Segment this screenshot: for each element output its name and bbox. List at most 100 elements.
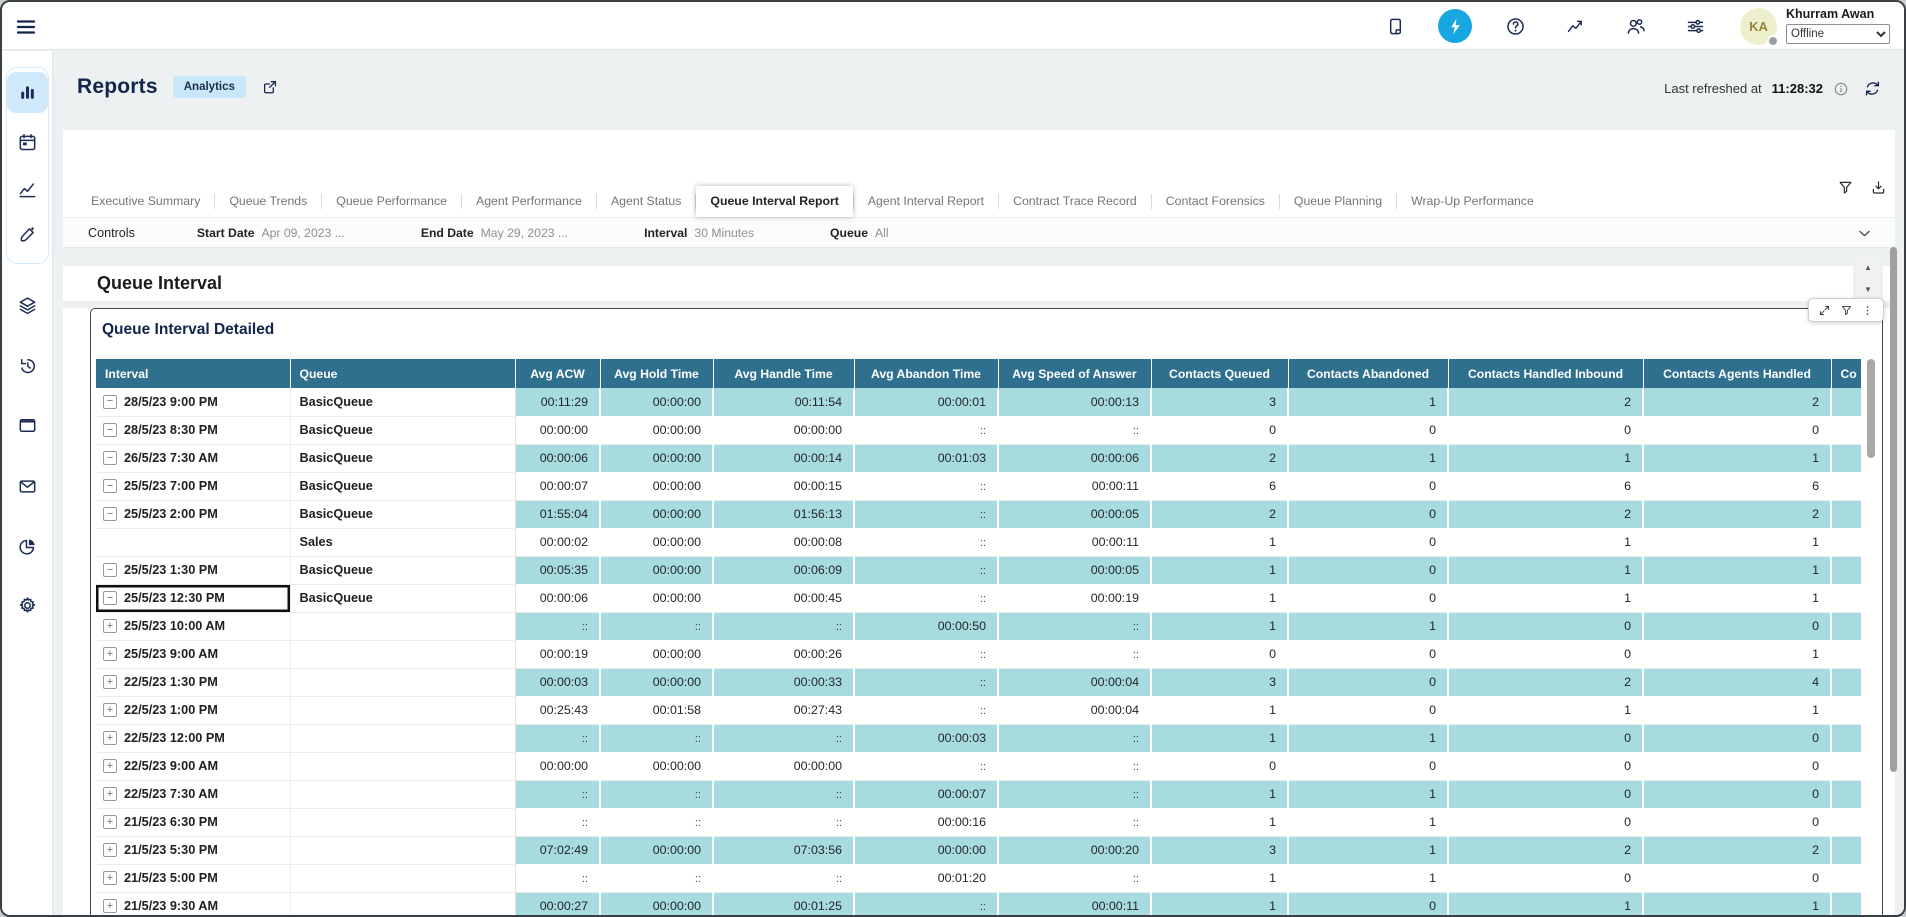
metric-cell[interactable]: 1 (1288, 836, 1448, 864)
clipped-cell[interactable] (1831, 472, 1861, 500)
metric-cell[interactable]: 1 (1643, 556, 1831, 584)
metric-cell[interactable]: :: (600, 612, 713, 640)
metric-cell[interactable]: 00:00:27 (515, 892, 600, 917)
metric-cell[interactable]: 1 (1288, 612, 1448, 640)
metric-cell[interactable]: 00:00:11 (998, 472, 1151, 500)
metric-cell[interactable]: 00:00:00 (600, 836, 713, 864)
metric-cell[interactable]: 1 (1643, 640, 1831, 668)
interval-cell[interactable]: −25/5/23 2:00 PM (96, 500, 290, 528)
metric-cell[interactable]: 07:03:56 (713, 836, 854, 864)
metric-cell[interactable]: 01:55:04 (515, 500, 600, 528)
column-header-co[interactable]: Co (1831, 359, 1861, 388)
metric-cell[interactable]: 1 (1288, 808, 1448, 836)
metric-cell[interactable]: 1 (1151, 696, 1288, 724)
tab-agent-performance[interactable]: Agent Performance (462, 186, 596, 217)
metric-cell[interactable]: :: (600, 864, 713, 892)
interval-cell[interactable]: +21/5/23 9:30 AM (96, 892, 290, 917)
metric-cell[interactable]: 1 (1448, 528, 1643, 556)
metric-cell[interactable]: :: (854, 500, 998, 528)
metric-cell[interactable]: 1 (1448, 696, 1643, 724)
metric-cell[interactable]: 1 (1448, 444, 1643, 472)
download-icon[interactable] (1870, 179, 1887, 196)
metric-cell[interactable]: 00:00:01 (854, 388, 998, 416)
metric-cell[interactable]: 1 (1288, 444, 1448, 472)
metric-cell[interactable]: 00:00:14 (713, 444, 854, 472)
metric-cell[interactable]: 00:00:04 (998, 668, 1151, 696)
interval-cell[interactable]: −28/5/23 8:30 PM (96, 416, 290, 444)
clipped-cell[interactable] (1831, 388, 1861, 416)
control-end-date[interactable]: End DateMay 29, 2023 ... (421, 226, 568, 240)
metric-cell[interactable]: 1 (1151, 612, 1288, 640)
metric-cell[interactable]: :: (713, 724, 854, 752)
metric-cell[interactable]: 2 (1643, 500, 1831, 528)
expand-toggle-icon[interactable]: + (103, 731, 117, 745)
expand-toggle-icon[interactable]: + (103, 815, 117, 829)
metric-cell[interactable]: :: (600, 724, 713, 752)
interval-cell[interactable]: +25/5/23 9:00 AM (96, 640, 290, 668)
metric-cell[interactable]: :: (854, 472, 998, 500)
metric-cell[interactable]: 00:00:00 (600, 528, 713, 556)
metric-cell[interactable]: 00:00:11 (998, 528, 1151, 556)
metric-cell[interactable]: 1 (1448, 584, 1643, 612)
interval-cell[interactable]: +22/5/23 12:00 PM (96, 724, 290, 752)
expand-toggle-icon[interactable]: + (103, 787, 117, 801)
metric-cell[interactable]: :: (600, 808, 713, 836)
metric-cell[interactable]: :: (515, 780, 600, 808)
queue-cell[interactable] (290, 780, 515, 808)
column-header-avg-hold-time[interactable]: Avg Hold Time (600, 359, 713, 388)
metric-cell[interactable]: 00:00:50 (854, 612, 998, 640)
column-header-avg-abandon-time[interactable]: Avg Abandon Time (854, 359, 998, 388)
metric-cell[interactable]: 00:25:43 (515, 696, 600, 724)
metric-cell[interactable]: 00:00:06 (515, 584, 600, 612)
page-scrollbar-thumb[interactable] (1890, 247, 1897, 772)
metric-cell[interactable]: 6 (1448, 472, 1643, 500)
metric-cell[interactable]: 0 (1448, 808, 1643, 836)
metric-cell[interactable]: 2 (1448, 668, 1643, 696)
metric-cell[interactable]: 3 (1151, 668, 1288, 696)
more-options-icon[interactable] (1861, 304, 1874, 317)
queue-cell[interactable]: BasicQueue (290, 472, 515, 500)
metric-cell[interactable]: 1 (1151, 808, 1288, 836)
interval-cell[interactable]: −25/5/23 1:30 PM (96, 556, 290, 584)
queue-cell[interactable] (290, 696, 515, 724)
metric-cell[interactable]: 0 (1448, 612, 1643, 640)
clipped-cell[interactable] (1831, 836, 1861, 864)
info-icon[interactable] (1833, 81, 1849, 97)
metric-cell[interactable]: 00:05:35 (515, 556, 600, 584)
queue-cell[interactable] (290, 640, 515, 668)
metric-cell[interactable]: 2 (1643, 388, 1831, 416)
queue-cell[interactable] (290, 808, 515, 836)
metric-cell[interactable]: :: (600, 780, 713, 808)
metric-cell[interactable]: 00:00:05 (998, 500, 1151, 528)
metric-cell[interactable]: 0 (1643, 752, 1831, 780)
metric-cell[interactable]: 00:00:08 (713, 528, 854, 556)
column-header-queue[interactable]: Queue (290, 359, 515, 388)
metric-cell[interactable]: :: (713, 864, 854, 892)
clipped-cell[interactable] (1831, 892, 1861, 917)
metric-cell[interactable]: 00:01:20 (854, 864, 998, 892)
metric-cell[interactable]: :: (998, 780, 1151, 808)
metric-cell[interactable]: 0 (1448, 640, 1643, 668)
metric-cell[interactable]: 00:06:09 (713, 556, 854, 584)
metric-cell[interactable]: :: (998, 752, 1151, 780)
control-queue[interactable]: QueueAll (830, 226, 888, 240)
sliders-icon[interactable] (1678, 9, 1712, 43)
metric-cell[interactable]: :: (515, 864, 600, 892)
metric-cell[interactable]: 0 (1151, 416, 1288, 444)
metric-cell[interactable]: 0 (1288, 528, 1448, 556)
column-header-contacts-abandoned[interactable]: Contacts Abandoned (1288, 359, 1448, 388)
tab-queue-interval-report[interactable]: Queue Interval Report (696, 186, 852, 217)
metric-cell[interactable]: 1 (1643, 584, 1831, 612)
metric-cell[interactable]: 4 (1643, 668, 1831, 696)
column-header-contacts-handled-inbound[interactable]: Contacts Handled Inbound (1448, 359, 1643, 388)
metric-cell[interactable]: 00:00:06 (515, 444, 600, 472)
metric-cell[interactable]: 00:00:00 (854, 836, 998, 864)
sidebar-item-line-chart[interactable] (7, 169, 48, 210)
external-link-icon[interactable] (261, 78, 279, 96)
metric-cell[interactable]: :: (713, 780, 854, 808)
metric-cell[interactable]: 00:00:05 (998, 556, 1151, 584)
metric-cell[interactable]: 00:00:03 (515, 668, 600, 696)
interval-cell[interactable]: −28/5/23 9:00 PM (96, 388, 290, 416)
interval-cell[interactable]: +22/5/23 9:00 AM (96, 752, 290, 780)
metric-cell[interactable]: 1 (1151, 892, 1288, 917)
